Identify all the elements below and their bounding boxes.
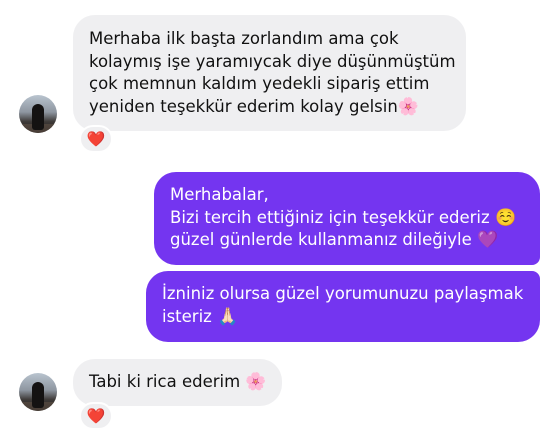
message-line: Merhabalar, — [170, 185, 269, 204]
message-line: Bizi tercih ettiğiniz için teşekkür eder… — [170, 207, 517, 228]
purple-heart-emoji: 💜 — [477, 230, 499, 250]
avatar-photo-figure — [32, 382, 44, 408]
heart-icon: ❤️ — [86, 407, 106, 425]
message-line: kolaymış işe yaramıycak diye düşünmüştüm — [89, 51, 456, 71]
heart-reaction[interactable]: ❤️ — [79, 125, 113, 153]
incoming-message-bubble[interactable]: Tabi ki rica ederim 🌸 — [73, 359, 282, 406]
outgoing-message-bubble[interactable]: İzniniz olursa güzel yorumunuzu paylaşma… — [146, 271, 540, 342]
folded-hands-emoji: 🙏🏻 — [217, 306, 239, 327]
heart-icon: ❤️ — [86, 130, 106, 148]
message-line: güzel günlerde kullanmanız dileğiyle 💜 — [170, 230, 499, 250]
message-line: isteriz 🙏🏻 — [162, 306, 239, 327]
contact-avatar[interactable] — [19, 95, 57, 133]
contact-avatar[interactable] — [19, 373, 57, 411]
chat-thread: Merhaba ilk başta zorlandım ama çok kola… — [0, 0, 550, 440]
message-line: çok memnun kaldım yedekli sipariş ettim — [89, 74, 430, 93]
message-line: Tabi ki rica ederim 🌸 — [89, 372, 267, 392]
message-line: İzniniz olursa güzel yorumunuzu paylaşma… — [162, 284, 524, 303]
message-line: Merhaba ilk başta zorlandım ama çok — [89, 29, 399, 48]
flower-emoji: 🌸 — [397, 96, 419, 117]
smiling-emoji: ☺️ — [494, 207, 517, 228]
outgoing-message-bubble[interactable]: Merhabalar, Bizi tercih ettiğiniz için t… — [154, 172, 540, 265]
flower-emoji: 🌸 — [245, 372, 267, 392]
message-line: yeniden teşekkür ederim kolay gelsin🌸 — [89, 96, 419, 117]
incoming-message-bubble[interactable]: Merhaba ilk başta zorlandım ama çok kola… — [73, 15, 466, 131]
heart-reaction[interactable]: ❤️ — [79, 402, 113, 430]
avatar-photo-figure — [32, 104, 44, 130]
